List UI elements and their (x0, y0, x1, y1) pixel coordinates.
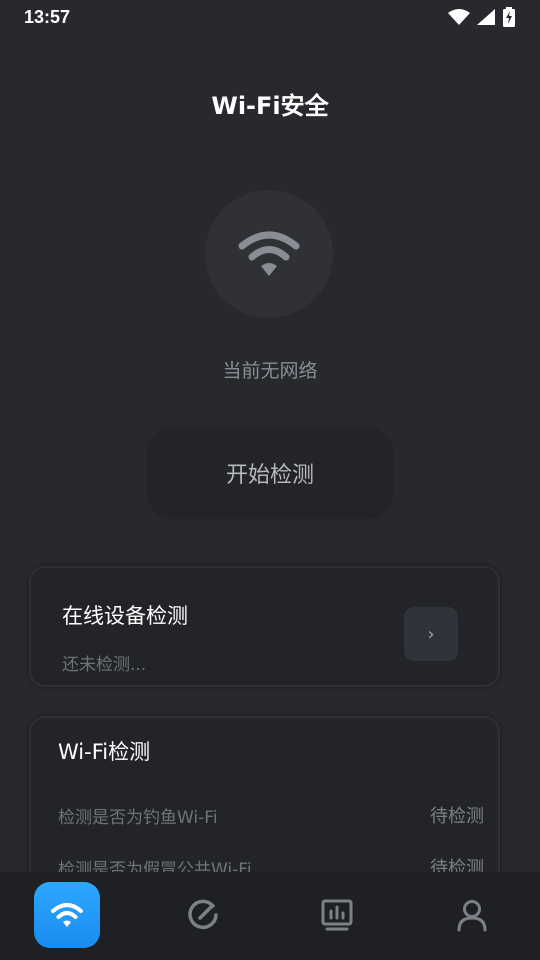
online-devices-title: 在线设备检测 (62, 604, 188, 628)
cell-signal-icon (477, 9, 495, 25)
check-item: 检测是否为钓鱼Wi-Fi 待检测 (58, 802, 484, 828)
status-bar: 13:57 (0, 0, 540, 34)
tab-wifi[interactable] (34, 882, 100, 948)
wifi-icon (238, 231, 300, 276)
start-detection-button[interactable]: 开始检测 (147, 427, 393, 519)
check-item-status: 待检测 (430, 806, 484, 827)
tab-speed-test[interactable] (170, 882, 236, 948)
status-time: 13:57 (24, 6, 71, 27)
wifi-status-circle (205, 190, 333, 318)
online-devices-card[interactable]: 在线设备检测 还未检测... › (29, 566, 500, 687)
wifi-icon (51, 903, 83, 927)
wifi-check-title: Wi-Fi检测 (58, 740, 151, 764)
online-devices-subtitle: 还未检测... (62, 655, 147, 675)
chevron-right-icon[interactable]: › (404, 607, 458, 661)
tab-profile[interactable] (439, 882, 505, 948)
speedometer-icon (188, 899, 218, 930)
wifi-signal-icon (448, 9, 470, 25)
check-item-label: 检测是否为钓鱼Wi-Fi (58, 807, 218, 828)
battery-icon (503, 7, 515, 27)
status-icons (448, 7, 516, 27)
stats-icon (321, 899, 353, 931)
network-status-text: 当前无网络 (222, 360, 318, 382)
bottom-tab-bar (0, 872, 540, 960)
tab-statistics[interactable] (304, 882, 370, 948)
profile-icon (457, 900, 487, 932)
page-title: Wi-Fi安全 (211, 92, 329, 120)
